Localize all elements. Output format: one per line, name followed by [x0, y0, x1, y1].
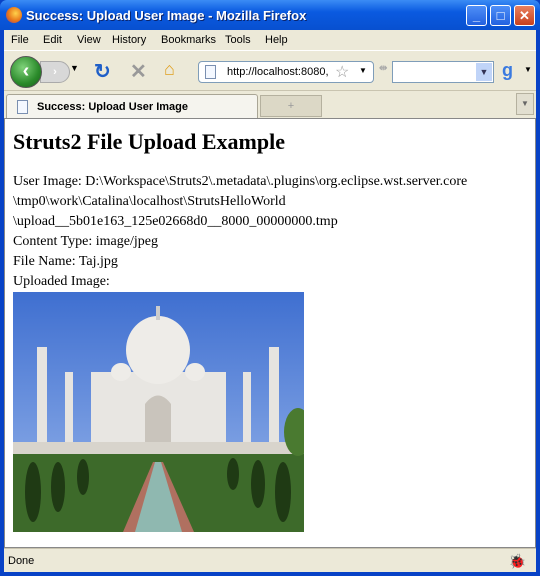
- page-content: Struts2 File Upload Example User Image: …: [4, 118, 536, 548]
- menu-help[interactable]: Help: [265, 34, 288, 46]
- tab-list-button[interactable]: ▼: [516, 93, 534, 115]
- menu-tools[interactable]: Tools: [225, 34, 251, 46]
- page-heading: Struts2 File Upload Example: [13, 129, 285, 154]
- forward-button[interactable]: ›: [40, 61, 70, 83]
- tab-label: Success: Upload User Image: [37, 101, 189, 113]
- uploaded-image-label: Uploaded Image:: [13, 274, 110, 289]
- menu-file[interactable]: File: [11, 34, 29, 46]
- splitter-handle[interactable]: ⇹: [379, 63, 387, 74]
- menu-bookmarks[interactable]: Bookmarks: [161, 34, 216, 46]
- search-dropdown-icon[interactable]: ▼: [476, 63, 492, 81]
- home-icon[interactable]: ⌂: [164, 59, 175, 80]
- url-dropdown-icon[interactable]: ▼: [359, 66, 367, 75]
- uploaded-image: [13, 292, 304, 532]
- file-name: File Name: Taj.jpg: [13, 254, 118, 269]
- menu-history[interactable]: History: [112, 34, 146, 46]
- new-tab-button[interactable]: +: [260, 95, 322, 117]
- firebug-icon[interactable]: 🐞: [509, 553, 526, 570]
- status-bar: Done 🐞: [4, 548, 536, 572]
- window-title: Success: Upload User Image - Mozilla Fir…: [26, 8, 307, 23]
- user-image-path-line3: \upload__5b01e163_125e02668d0__8000_0000…: [13, 214, 338, 229]
- tab-strip: Success: Upload User Image + ▼: [4, 90, 536, 119]
- bookmark-star-icon[interactable]: ☆: [335, 62, 349, 82]
- menu-bar: File Edit View History Bookmarks Tools H…: [4, 30, 536, 50]
- title-bar: Success: Upload User Image - Mozilla Fir…: [0, 0, 540, 30]
- content-type: Content Type: image/jpeg: [13, 234, 158, 249]
- page-icon: [205, 65, 216, 79]
- search-input[interactable]: ▼: [392, 61, 494, 83]
- url-text[interactable]: http://localhost:8080,: [227, 66, 329, 78]
- reload-icon[interactable]: ↻: [94, 59, 111, 84]
- status-text: Done: [8, 555, 35, 567]
- close-button[interactable]: ✕: [514, 5, 535, 26]
- tab-active[interactable]: Success: Upload User Image: [6, 94, 258, 119]
- history-dropdown-icon[interactable]: ▼: [70, 63, 79, 73]
- user-image-path-line2: \tmp0\work\Catalina\localhost\StrutsHell…: [13, 194, 286, 209]
- stop-icon[interactable]: ✕: [130, 59, 147, 84]
- maximize-button[interactable]: □: [490, 5, 511, 26]
- back-button[interactable]: ‹: [10, 56, 42, 88]
- menu-view[interactable]: View: [77, 34, 101, 46]
- menu-edit[interactable]: Edit: [43, 34, 62, 46]
- navigation-toolbar: › ‹ ▼ ↻ ✕ ⌂ http://localhost:8080, ☆ ▼ ⇹…: [4, 50, 536, 90]
- user-image-path-line1: User Image: D:\Workspace\Struts2\.metada…: [13, 174, 468, 189]
- url-bar[interactable]: http://localhost:8080, ☆ ▼: [198, 61, 374, 83]
- engine-dropdown-icon[interactable]: ▼: [524, 65, 532, 74]
- google-search-engine-icon[interactable]: g: [502, 60, 513, 81]
- minimize-button[interactable]: _: [466, 5, 487, 26]
- page-icon: [17, 100, 28, 114]
- firefox-logo-icon: [6, 7, 22, 23]
